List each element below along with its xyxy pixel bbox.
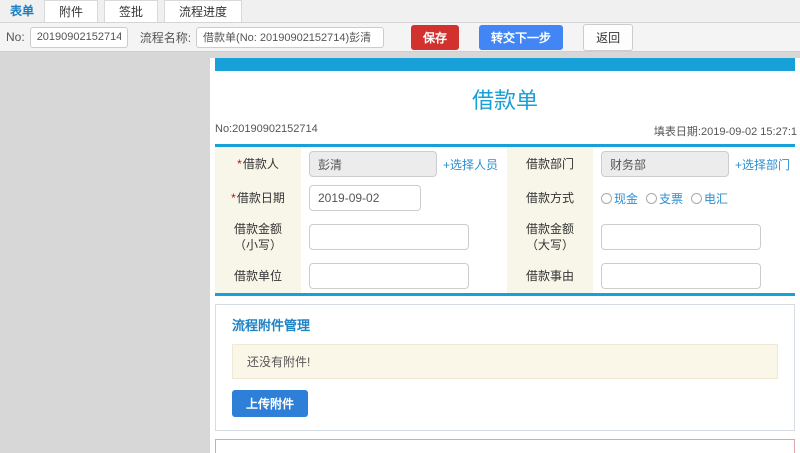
tab-approve[interactable]: 签批 xyxy=(104,0,159,22)
page-background: 借款单 No:20190902152714 填表日期:2019-09-02 15… xyxy=(0,52,800,453)
choose-department-link[interactable]: +选择部门 xyxy=(735,156,790,173)
loan-reason-input[interactable] xyxy=(601,263,761,289)
loan-method-label: 借款方式 xyxy=(507,181,593,215)
radio-icon[interactable] xyxy=(601,192,612,204)
radio-icon[interactable] xyxy=(646,192,658,204)
choose-person-link[interactable]: +选择人员 xyxy=(443,156,498,173)
amount-uppercase-label: 借款金额（大写） xyxy=(507,215,593,259)
back-button[interactable]: 返回 xyxy=(583,23,634,51)
toolbar: No: 流程名称: 保存 转交下一步 返回 xyxy=(0,23,800,52)
attachments-title: 流程附件管理 xyxy=(232,318,311,333)
amount-lowercase-input[interactable] xyxy=(309,224,469,250)
process-name-label: 流程名称: xyxy=(139,30,192,45)
tab-attachments[interactable]: 附件 xyxy=(44,0,99,22)
process-name-input[interactable] xyxy=(196,26,385,48)
required-marker: * xyxy=(231,191,236,205)
department-label: 借款部门 xyxy=(507,147,593,181)
form-panel: 借款单 No:20190902152714 填表日期:2019-09-02 15… xyxy=(210,58,800,453)
amount-uppercase-input[interactable] xyxy=(601,224,761,250)
radio-wire[interactable]: 电汇 xyxy=(691,190,728,207)
approval-section: 流程签批意见 B I abc ✎ xyxy=(215,439,795,453)
form-meta: No:20190902152714 填表日期:2019-09-02 15:27:… xyxy=(210,123,800,144)
borrower-label: *借款人 xyxy=(215,147,301,181)
divider xyxy=(215,293,795,296)
tab-progress[interactable]: 流程进度 xyxy=(164,0,243,22)
no-label: No: xyxy=(6,30,25,44)
loan-date-label: *借款日期 xyxy=(215,181,301,215)
loan-unit-input[interactable] xyxy=(309,263,469,289)
tab-form[interactable]: 表单 xyxy=(0,0,44,22)
forward-next-step-button[interactable]: 转交下一步 xyxy=(479,24,564,50)
borrower-input[interactable] xyxy=(309,151,437,177)
loan-unit-label: 借款单位 xyxy=(215,259,301,293)
required-marker: * xyxy=(237,157,242,171)
form-number: No:20190902152714 xyxy=(215,123,318,135)
radio-check[interactable]: 支票 xyxy=(646,190,683,207)
loan-date-input[interactable] xyxy=(309,185,421,211)
form-grid: *借款人 +选择人员 借款部门 +选择部门 *借款日期 借款方式 xyxy=(215,147,795,293)
upload-attachment-button[interactable]: 上传附件 xyxy=(232,390,309,417)
loan-reason-label: 借款事由 xyxy=(507,259,593,293)
attachments-section: 流程附件管理 还没有附件! 上传附件 xyxy=(215,304,795,431)
no-attachments-message: 还没有附件! xyxy=(232,344,778,379)
panel-top-bar xyxy=(215,58,795,71)
amount-lowercase-label: 借款金额（小写） xyxy=(215,215,301,259)
radio-icon[interactable] xyxy=(691,192,703,204)
no-input[interactable] xyxy=(29,26,128,48)
page-title: 借款单 xyxy=(471,88,538,113)
department-input[interactable] xyxy=(601,151,729,177)
tab-bar: 表单 附件 签批 流程进度 xyxy=(0,0,800,23)
radio-cash[interactable]: 现金 xyxy=(601,190,638,207)
save-button[interactable]: 保存 xyxy=(411,24,460,50)
loan-method-radio-group: 现金 支票 电汇 xyxy=(601,190,728,207)
fill-date: 填表日期:2019-09-02 15:27:1 xyxy=(653,126,797,138)
